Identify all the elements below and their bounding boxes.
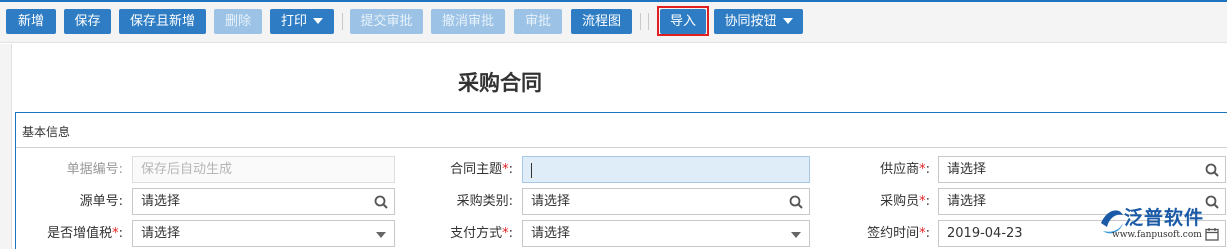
chevron-down-icon [313, 17, 323, 24]
brand-logo-text: 泛普软件 [1124, 207, 1205, 229]
save-button[interactable]: 保存 [64, 9, 111, 34]
label-colon: : [508, 162, 513, 177]
label-colon: : [925, 194, 930, 209]
buyer-label: 采购员*: [820, 188, 930, 215]
save-and-new-button[interactable]: 保存且新增 [119, 9, 206, 34]
buyer-label-text: 采购员 [880, 194, 920, 209]
subject-label: 合同主题*: [410, 156, 513, 183]
dropdown-arrow-icon[interactable] [376, 232, 386, 238]
collab-button[interactable]: 协同按钮 [714, 9, 803, 34]
source-no-label: 源单号: [79, 194, 123, 209]
text-cursor [531, 163, 532, 178]
sign-date-label-text: 签约时间 [867, 226, 920, 241]
purchase-type-label: 采购类别: [456, 194, 513, 209]
search-icon[interactable] [1205, 163, 1219, 177]
purchase-type-field[interactable]: 请选择 [522, 188, 810, 215]
doc-no-label: 单据编号: [66, 162, 123, 177]
top-accent-bar [0, 0, 1227, 2]
source-no-placeholder: 请选择 [141, 194, 181, 209]
vat-placeholder: 请选择 [141, 226, 181, 241]
toolbar: 新增 保存 保存且新增 删除 打印 提交审批 撤消审批 审批 流程图 导入 协同… [0, 0, 1227, 43]
label-colon: : [508, 226, 513, 241]
pay-method-select[interactable]: 请选择 [522, 220, 810, 247]
pay-method-label-text: 支付方式 [450, 226, 503, 241]
print-button-label: 打印 [280, 14, 307, 29]
chevron-down-icon [782, 17, 793, 24]
sign-date-value: 2019-04-23 [947, 226, 1023, 241]
delete-button[interactable]: 删除 [214, 9, 262, 34]
submit-approval-button[interactable]: 提交审批 [350, 9, 423, 34]
approve-button[interactable]: 审批 [514, 9, 562, 34]
page-title: 采购合同 [458, 71, 542, 95]
label-colon: : [118, 226, 123, 241]
doc-no-field: 保存后自动生成 [132, 156, 395, 183]
supplier-label: 供应商*: [820, 156, 930, 183]
toolbar-divider [342, 13, 343, 30]
highlight-frame [657, 6, 709, 36]
label-colon: : [925, 226, 930, 241]
search-icon[interactable] [789, 195, 803, 209]
label-colon: : [925, 162, 930, 177]
new-button[interactable]: 新增 [6, 9, 56, 34]
section-header: 基本信息 [16, 113, 1227, 148]
supplier-placeholder: 请选择 [947, 162, 987, 177]
sign-date-label: 签约时间*: [820, 220, 930, 247]
source-no-field[interactable]: 请选择 [132, 188, 395, 215]
dropdown-arrow-icon[interactable] [791, 232, 801, 238]
search-icon[interactable] [374, 195, 388, 209]
toolbar-divider [648, 13, 649, 30]
pay-method-label: 支付方式*: [410, 220, 513, 247]
supplier-field[interactable]: 请选择 [938, 156, 1226, 183]
brand-logo-url: www.fanpusoft.com [1112, 230, 1202, 240]
toolbar-divider [640, 13, 641, 30]
vat-select[interactable]: 请选择 [132, 220, 395, 247]
purchase-type-placeholder: 请选择 [531, 194, 571, 209]
doc-no-value: 保存后自动生成 [141, 162, 233, 177]
vat-label-text: 是否增值税 [47, 226, 113, 241]
collab-button-label: 协同按钮 [724, 14, 777, 29]
pay-method-placeholder: 请选择 [531, 226, 571, 241]
supplier-label-text: 供应商 [880, 162, 920, 177]
buyer-placeholder: 请选择 [947, 194, 987, 209]
print-button[interactable]: 打印 [270, 9, 334, 34]
flowchart-button[interactable]: 流程图 [571, 9, 632, 34]
cancel-approval-button[interactable]: 撤消审批 [431, 9, 505, 34]
subject-label-text: 合同主题 [450, 162, 503, 177]
section-title: 基本信息 [22, 125, 71, 139]
subject-input[interactable] [522, 156, 810, 183]
vat-label: 是否增值税*: [20, 220, 123, 247]
